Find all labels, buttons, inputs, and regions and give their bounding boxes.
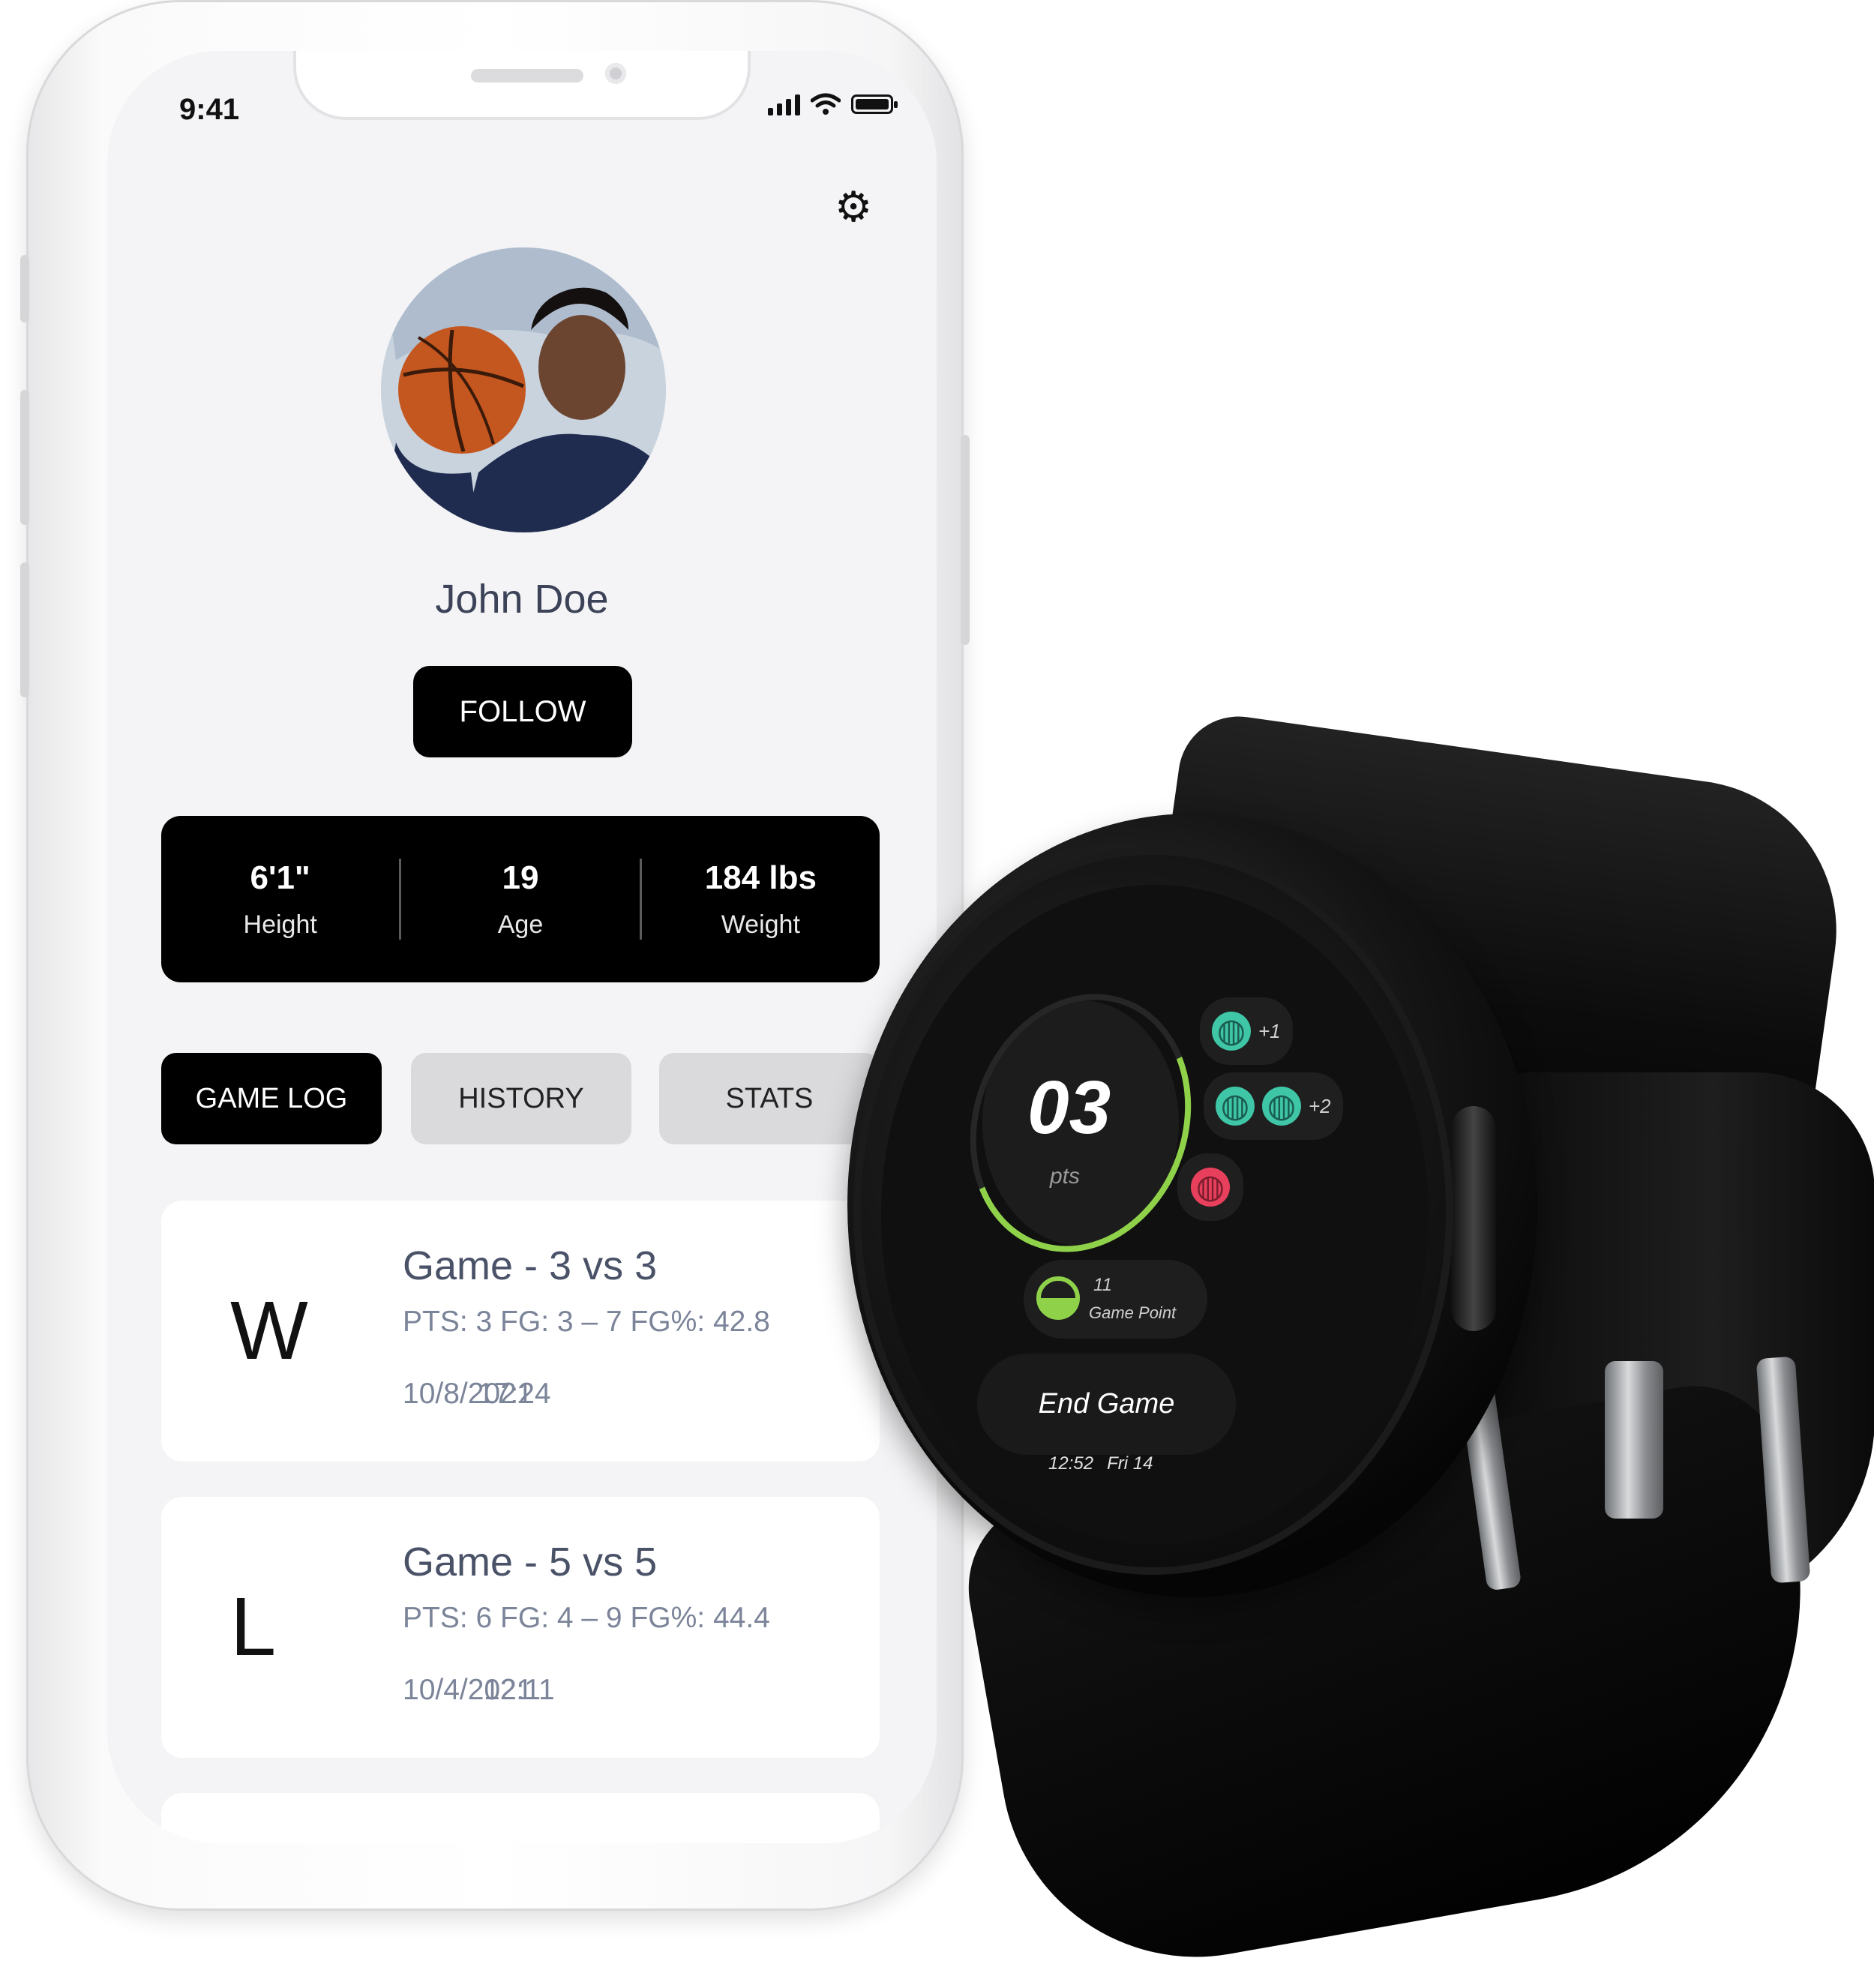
stat-value: 184 lbs: [704, 859, 817, 896]
phone-power-button: [961, 435, 970, 645]
stat-height: 6'1" Height: [161, 859, 399, 940]
signal-icon: [768, 93, 800, 115]
stat-label: Height: [243, 910, 317, 939]
shot-miss-button[interactable]: ◍: [1177, 1153, 1243, 1221]
stat-value: 6'1": [250, 859, 310, 896]
basketball-icon: ◍: [1262, 1087, 1301, 1126]
stat-value: 19: [502, 859, 539, 896]
watch-crown-button[interactable]: [1451, 1106, 1496, 1331]
stat-label: Age: [497, 910, 544, 939]
watch-points-label: pts: [1050, 1164, 1081, 1189]
phone-volume-up-button: [20, 390, 29, 525]
settings-gear-icon[interactable]: ⚙: [835, 186, 872, 228]
watch-buckle-tongue: [1605, 1361, 1663, 1519]
profile-name: John Doe: [435, 577, 609, 622]
game-log-item[interactable]: L Game - 5 vs 5 PTS: 6 FG: 4 – 9 FG%: 44…: [161, 1497, 880, 1758]
stat-age: 19 Age: [401, 859, 639, 940]
game-result: W: [230, 1285, 308, 1377]
tab-history[interactable]: HISTORY: [411, 1053, 631, 1144]
game-stats: PTS: 6 FG: 4 – 9 FG%: 44.4: [403, 1602, 770, 1634]
game-title: Game - 5 vs 5: [403, 1540, 658, 1585]
battery-icon: [851, 94, 898, 114]
shot-plus1-label: +1: [1258, 1019, 1281, 1042]
phone-screen: 9:41 ⚙ John Doe FOLLOW 6'1" Height 19 Ag…: [107, 51, 937, 1843]
tab-game-log[interactable]: GAME LOG: [161, 1053, 382, 1144]
tab-stats[interactable]: STATS: [659, 1053, 880, 1144]
game-time: 12:11: [484, 1674, 555, 1706]
basketball-icon: ◍: [1212, 1012, 1251, 1051]
follow-button[interactable]: FOLLOW: [413, 666, 632, 757]
watch-clock-date: Fri 14: [1107, 1453, 1153, 1474]
game-result: L: [230, 1581, 277, 1673]
game-stats: PTS: 3 FG: 3 – 7 FG%: 42.8: [403, 1306, 770, 1338]
end-game-button[interactable]: End Game: [977, 1354, 1236, 1455]
shot-plus2-button[interactable]: ◍ ◍ +2: [1204, 1072, 1343, 1140]
player-stats-card: 6'1" Height 19 Age 184 lbs Weight: [161, 816, 880, 982]
game-title: Game - 3 vs 3: [403, 1243, 658, 1288]
watch-clock: 12:52 Fri 14: [1048, 1453, 1153, 1474]
game-time: 17:24: [478, 1378, 551, 1410]
shot-plus2-label: +2: [1309, 1094, 1331, 1117]
game-log-item[interactable]: W Game - 3 vs 3 PTS: 3 FG: 3 – 7 FG%: 42…: [161, 1201, 880, 1462]
game-point-label: Game Point: [1089, 1303, 1177, 1322]
phone-frame: 9:41 ⚙ John Doe FOLLOW 6'1" Height 19 Ag…: [20, 0, 970, 1911]
shot-plus1-button[interactable]: ◍ +1: [1200, 997, 1293, 1065]
watch-clock-time: 12:52: [1048, 1453, 1094, 1474]
front-camera: [605, 63, 626, 84]
speaker: [471, 69, 583, 82]
basketball-icon: ◍: [1191, 1168, 1230, 1207]
avatar: [381, 247, 666, 532]
game-point-icon: [1036, 1276, 1080, 1320]
avatar-photo: [381, 247, 666, 532]
game-point-value: 11: [1093, 1275, 1112, 1295]
notch: [293, 51, 751, 120]
wifi-icon: [811, 93, 841, 115]
phone-volume-down-button: [20, 562, 29, 697]
game-log-item-partial[interactable]: [161, 1793, 880, 1843]
stat-weight: 184 lbs Weight: [642, 859, 880, 940]
status-icons: [768, 93, 898, 115]
watch-points: 03: [1027, 1066, 1111, 1150]
phone-side-button: [20, 255, 29, 322]
status-time: 9:41: [179, 93, 240, 126]
stat-label: Weight: [721, 910, 800, 939]
basketball-icon: ◍: [1216, 1087, 1255, 1126]
